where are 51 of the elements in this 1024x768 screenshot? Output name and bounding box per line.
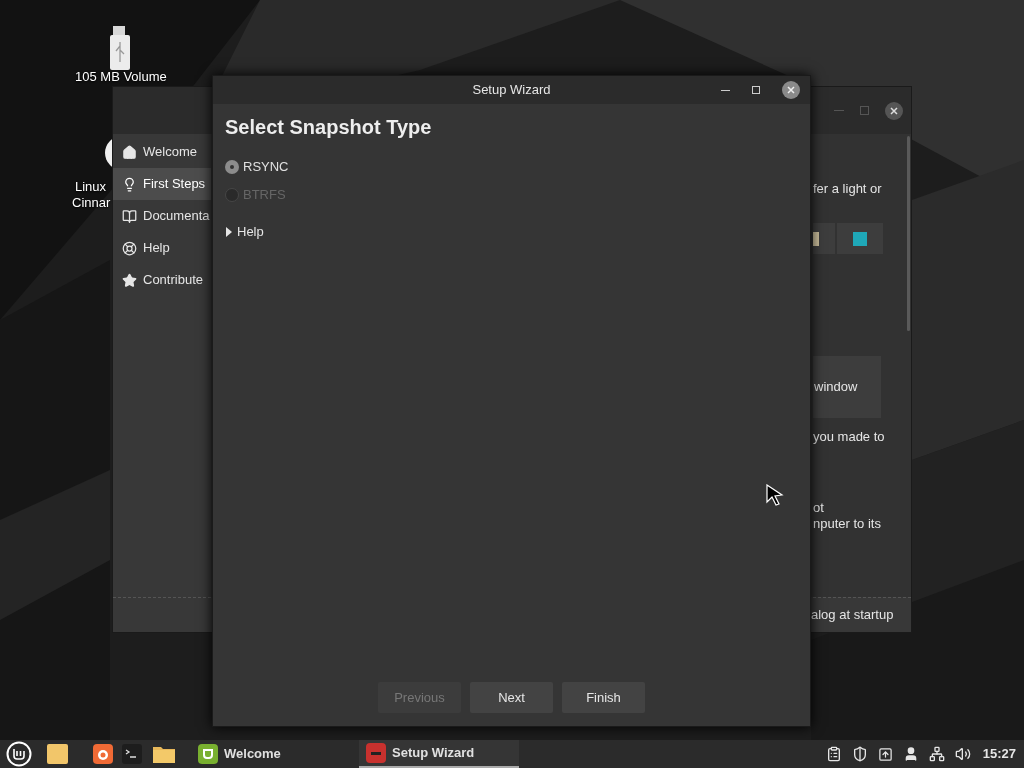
startup-option-label: alog at startup — [811, 606, 894, 625]
help-expander[interactable]: Help — [225, 222, 264, 242]
icon-label: Linux — [75, 179, 108, 195]
description-text: you made to — [813, 428, 886, 446]
color-swatch-icon — [813, 231, 819, 246]
scrollbar[interactable] — [907, 136, 910, 331]
wizard-button[interactable]: Next — [470, 682, 553, 713]
minimize-icon[interactable] — [721, 89, 730, 91]
theme-color-button[interactable] — [837, 223, 883, 254]
radio-button[interactable] — [225, 160, 239, 174]
taskbar-item[interactable]: Welcome — [191, 740, 359, 768]
caret-right-icon — [225, 227, 233, 237]
lifebuoy-icon — [122, 240, 137, 256]
sidebar-item[interactable]: Help — [113, 232, 211, 264]
speaker-icon[interactable] — [954, 746, 971, 762]
description-text: fer a light or — [813, 180, 883, 198]
removable-drive-icon[interactable] — [877, 746, 893, 762]
theme-color-button[interactable] — [813, 223, 835, 254]
star-icon — [122, 272, 137, 288]
close-icon — [890, 106, 898, 115]
clipboard-icon[interactable] — [825, 746, 842, 762]
wizard-button[interactable]: Finish — [562, 682, 645, 713]
close-button[interactable] — [782, 81, 800, 99]
shield-icon[interactable] — [851, 746, 868, 762]
lightbulb-icon — [122, 176, 137, 192]
sidebar-item[interactable]: First Steps — [113, 168, 211, 200]
page-heading: Select Snapshot Type — [225, 115, 433, 139]
wizard-app-icon — [366, 743, 386, 763]
taskbar-item[interactable]: Setup Wizard — [359, 740, 519, 768]
radio-option[interactable]: RSYNC — [225, 157, 798, 177]
book-icon — [122, 208, 137, 224]
close-button[interactable] — [885, 101, 903, 120]
sidebar-item[interactable]: Contribute — [113, 264, 211, 296]
mint-logo-icon — [198, 744, 218, 764]
close-icon — [787, 86, 795, 94]
description-text: ot nputer to its — [813, 500, 882, 532]
browser-icon[interactable] — [93, 744, 113, 764]
clock[interactable]: 15:27 — [982, 744, 1016, 764]
mouse-pointer-icon — [766, 484, 784, 506]
network-icon[interactable] — [928, 746, 945, 762]
sidebar-item[interactable]: Welcome — [113, 136, 211, 168]
icon-label: Cinnar — [72, 195, 111, 211]
open-window-button[interactable]: window — [813, 356, 881, 418]
home-icon — [122, 144, 137, 160]
usb-drive-icon[interactable] — [108, 26, 132, 70]
menu-icon[interactable] — [6, 741, 32, 767]
terminal-icon[interactable] — [122, 744, 142, 764]
color-swatch-icon — [853, 231, 867, 246]
window-title: Setup Wizard — [472, 81, 551, 100]
icon-label: 105 MB Volume — [75, 69, 167, 85]
sidebar-item[interactable]: Documenta — [113, 200, 211, 232]
